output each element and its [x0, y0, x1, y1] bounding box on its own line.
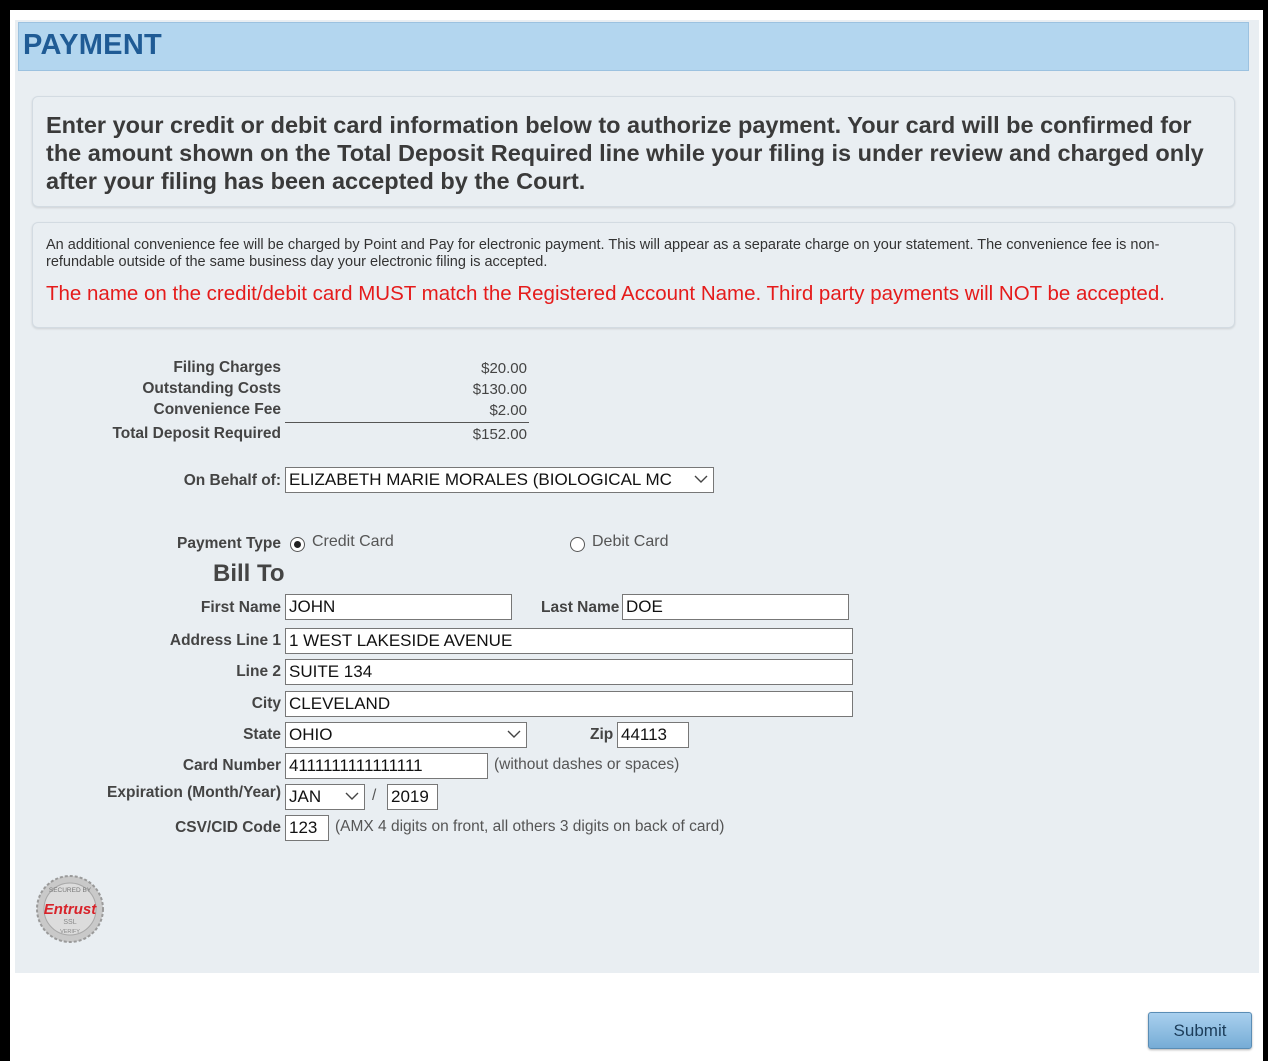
- intro-box: Enter your credit or debit card informat…: [32, 96, 1235, 207]
- seal-ssl-text: SSL: [63, 919, 76, 926]
- header-bar: PAYMENT: [18, 22, 1249, 71]
- entrust-ssl-seal-icon: SECURED BY Entrust SSL VERIFY: [36, 875, 104, 943]
- expiration-year-field[interactable]: [387, 784, 438, 810]
- radio-selected-dot: [294, 541, 301, 548]
- state-value: OHIO: [289, 725, 333, 744]
- last-name-field[interactable]: [622, 594, 849, 620]
- total-deposit-amount: $152.00: [472, 426, 527, 443]
- chevron-down-icon: [694, 475, 708, 483]
- intro-text: Enter your credit or debit card informat…: [46, 112, 1204, 194]
- convenience-fee-amount: $2.00: [489, 402, 527, 419]
- address-line2-label: Line 2: [236, 663, 281, 680]
- credit-card-label: Credit Card: [312, 533, 394, 550]
- csv-code-label: CSV/CID Code: [175, 819, 281, 836]
- card-number-field[interactable]: [285, 753, 488, 779]
- zip-label: Zip: [590, 726, 614, 743]
- filing-charges-amount: $20.00: [481, 360, 527, 377]
- debit-card-label: Debit Card: [592, 533, 669, 550]
- debit-card-radio[interactable]: [570, 537, 585, 552]
- submit-button[interactable]: Submit: [1148, 1012, 1252, 1049]
- on-behalf-select[interactable]: ELIZABETH MARIE MORALES (BIOLOGICAL MC: [285, 467, 714, 493]
- address-line2-field[interactable]: [285, 659, 853, 685]
- chevron-down-icon: [345, 792, 359, 800]
- convenience-fee-label: Convenience Fee: [153, 401, 282, 418]
- expiration-month-value: JAN: [289, 787, 322, 806]
- page-title: PAYMENT: [23, 29, 163, 61]
- on-behalf-value: ELIZABETH MARIE MORALES (BIOLOGICAL MC: [289, 470, 672, 489]
- expiration-label: Expiration (Month/Year): [107, 784, 281, 801]
- outstanding-costs-label: Outstanding Costs: [142, 380, 281, 397]
- bill-to-heading: Bill To: [213, 560, 285, 587]
- total-deposit-label: Total Deposit Required: [112, 425, 281, 442]
- first-name-label: First Name: [200, 599, 281, 616]
- zip-field[interactable]: [617, 722, 689, 748]
- last-name-label: Last Name: [541, 599, 620, 616]
- state-select[interactable]: OHIO: [285, 722, 527, 748]
- payment-type-label: Payment Type: [177, 535, 281, 552]
- payment-panel: PAYMENT Enter your credit or debit card …: [15, 20, 1259, 973]
- seal-bottom-text: VERIFY: [60, 929, 80, 935]
- csv-code-field[interactable]: [285, 815, 329, 841]
- chevron-down-icon: [507, 730, 521, 738]
- outstanding-costs-amount: $130.00: [472, 381, 527, 398]
- city-field[interactable]: [285, 691, 853, 717]
- page-frame: PAYMENT Enter your credit or debit card …: [10, 10, 1263, 1061]
- credit-card-option[interactable]: Credit Card: [290, 533, 400, 555]
- csv-code-hint: (AMX 4 digits on front, all others 3 dig…: [335, 818, 725, 835]
- expiration-separator: /: [372, 787, 377, 804]
- expiration-month-select[interactable]: JAN: [285, 784, 365, 810]
- seal-top-text: SECURED BY: [49, 887, 92, 894]
- credit-card-radio[interactable]: [290, 537, 305, 552]
- fee-notice-box: An additional convenience fee will be ch…: [32, 222, 1235, 328]
- card-number-label: Card Number: [182, 757, 281, 774]
- convenience-fee-notice: An additional convenience fee will be ch…: [46, 237, 1160, 270]
- name-match-warning: The name on the credit/debit card MUST m…: [46, 282, 1165, 305]
- state-label: State: [243, 726, 281, 743]
- address-line1-label: Address Line 1: [169, 632, 281, 649]
- address-line1-field[interactable]: [285, 628, 853, 654]
- on-behalf-label: On Behalf of:: [183, 472, 281, 489]
- charges-divider: [285, 422, 529, 423]
- first-name-field[interactable]: [285, 594, 512, 620]
- seal-brand-text: Entrust: [44, 901, 98, 918]
- debit-card-option[interactable]: Debit Card: [570, 533, 680, 555]
- city-label: City: [251, 695, 281, 712]
- card-number-hint: (without dashes or spaces): [494, 756, 680, 773]
- filing-charges-label: Filing Charges: [173, 359, 281, 376]
